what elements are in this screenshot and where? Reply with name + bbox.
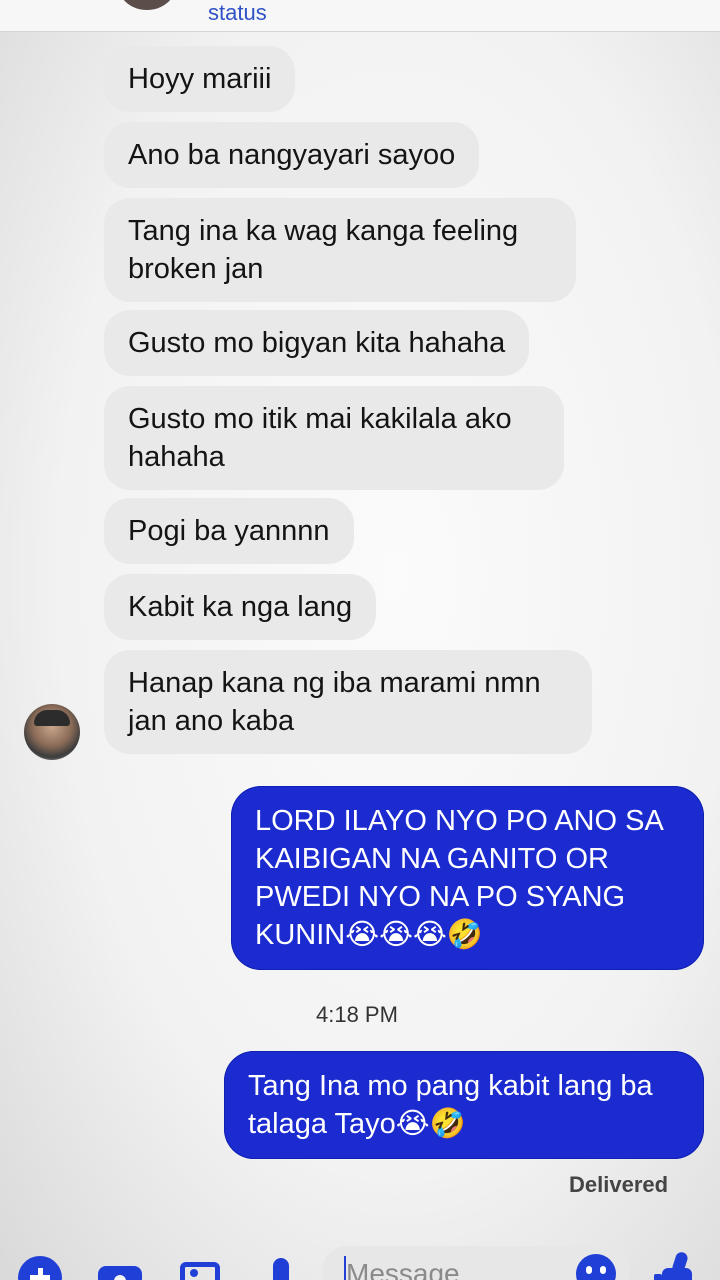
message-bubble-incoming[interactable]: Ano ba nangyayari sayoo <box>104 122 480 188</box>
message-input[interactable] <box>346 1258 546 1280</box>
camera-icon[interactable] <box>98 1256 142 1280</box>
cap-shape <box>34 710 70 726</box>
mic-icon[interactable] <box>266 1256 310 1280</box>
sender-avatar[interactable] <box>24 704 80 760</box>
message-bubble-incoming[interactable]: Gusto mo itik mai kakilala ako hahaha <box>104 386 564 490</box>
message-bubble-outgoing[interactable]: LORD ILAYO NYO PO ANO SA KAIBIGAN NA GAN… <box>231 786 704 970</box>
message-bubble-incoming[interactable]: Hoyy mariii <box>104 46 296 112</box>
chat-header: status <box>0 0 720 32</box>
message-bubble-incoming[interactable]: Gusto mo bigyan kita hahaha <box>104 310 530 376</box>
like-icon[interactable] <box>654 1250 698 1280</box>
composer-bar <box>0 1236 720 1280</box>
photo-icon[interactable] <box>180 1256 224 1280</box>
contact-status: status <box>208 0 267 25</box>
contact-avatar[interactable] <box>118 0 176 10</box>
message-bubble-incoming[interactable]: Hanap kana ng iba marami nmn jan ano kab… <box>104 650 592 754</box>
message-bubble-incoming[interactable]: Kabit ka nga lang <box>104 574 377 640</box>
plus-icon[interactable] <box>18 1256 62 1280</box>
message-timestamp: 4:18 PM <box>316 1002 398 1027</box>
message-bubble-incoming[interactable]: Tang ina ka wag kanga feeling broken jan <box>104 198 576 302</box>
message-bubble-outgoing[interactable]: Tang Ina mo pang kabit lang ba talaga Ta… <box>224 1051 704 1159</box>
delivery-status: Delivered <box>569 1172 669 1197</box>
message-bubble-incoming[interactable]: Pogi ba yannnn <box>104 498 354 564</box>
